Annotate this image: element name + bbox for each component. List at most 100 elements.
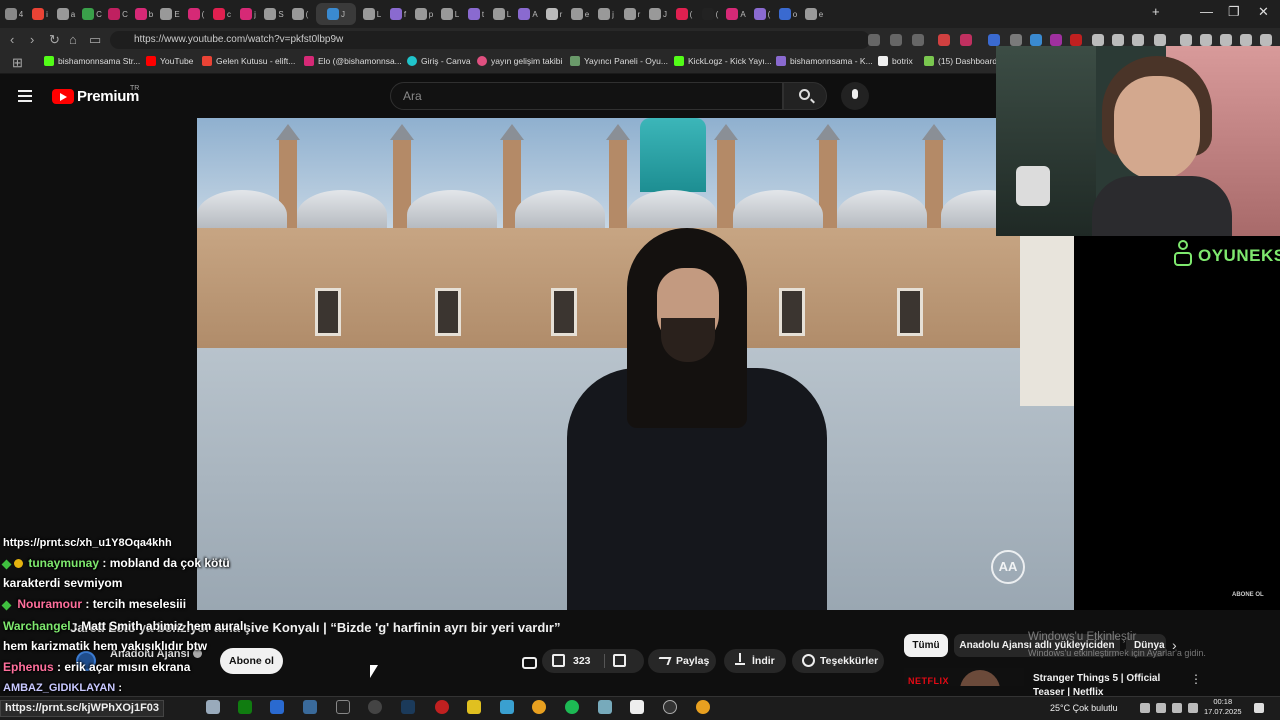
browser-tab[interactable]: S [264, 3, 284, 25]
bookmark-item[interactable]: Elo (@bishamonnsa... [304, 56, 402, 66]
ai-icon[interactable] [1220, 34, 1232, 46]
thanks-button[interactable]: Teşekkürler [792, 649, 884, 673]
search-input[interactable]: Ara [390, 82, 783, 110]
volume-icon[interactable] [1188, 703, 1198, 713]
browser-tab[interactable]: o [778, 3, 798, 25]
extension-icon[interactable] [1112, 34, 1124, 46]
browser-tab[interactable]: ( [752, 3, 772, 25]
chrome-icon[interactable] [696, 700, 710, 714]
puzzle-icon[interactable] [1132, 34, 1144, 46]
extension-icon[interactable] [1010, 34, 1022, 46]
taskbar-app-icon[interactable] [206, 700, 220, 714]
browser-tab[interactable]: J [316, 3, 356, 25]
browser-tab[interactable]: b [134, 3, 154, 25]
maximize-icon[interactable]: ❐ [1228, 4, 1240, 20]
extension-icon[interactable] [1050, 34, 1062, 46]
browser-tab[interactable]: 4 [4, 3, 24, 25]
microphone-tray-icon[interactable] [1156, 703, 1166, 713]
download-button[interactable]: İndir [724, 649, 786, 673]
new-tab-button[interactable]: + [1152, 4, 1160, 19]
browser-tab[interactable]: p [414, 3, 434, 25]
minimize-icon[interactable]: — [1200, 4, 1213, 19]
taskbar-app-icon[interactable] [467, 700, 481, 714]
extension-icon[interactable] [1070, 34, 1082, 46]
like-count[interactable]: 323 [573, 649, 591, 673]
youtube-logo-icon[interactable] [52, 89, 74, 104]
chip-all[interactable]: Tümü [904, 634, 948, 657]
bookmark-item[interactable]: Yayıncı Paneli - Oyu... [570, 56, 668, 66]
tray-clock[interactable]: 00:18 17.07.2025 [1204, 697, 1242, 717]
sidebar-icon[interactable] [1154, 34, 1166, 46]
browser-tab[interactable]: t [466, 3, 486, 25]
taskbar-app-icon[interactable] [303, 700, 317, 714]
bookmark-item[interactable]: botrix [878, 56, 913, 66]
forward-icon[interactable]: › [30, 32, 34, 47]
wallet-icon[interactable] [1240, 34, 1252, 46]
browser-tab[interactable]: A [518, 3, 538, 25]
share-button[interactable]: Paylaş [648, 649, 716, 673]
extension-icon[interactable] [1030, 34, 1042, 46]
apps-icon[interactable]: ⊞ [12, 55, 23, 71]
thumbs-up-icon[interactable] [552, 654, 565, 667]
weather-widget[interactable]: 25°C Çok bulutlu [1050, 703, 1118, 713]
thumbs-down-icon[interactable] [613, 654, 626, 667]
back-icon[interactable]: ‹ [10, 32, 14, 47]
extension-icon[interactable] [868, 34, 880, 46]
browser-tab[interactable]: ( [674, 3, 694, 25]
subscribe-button[interactable]: Abone ol [220, 648, 283, 674]
browser-tab[interactable]: r [622, 3, 642, 25]
browser-tab[interactable]: E [160, 3, 180, 25]
clip-icon[interactable] [520, 654, 537, 669]
hamburger-menu-icon[interactable] [18, 90, 32, 102]
browser-tab[interactable]: ( [186, 3, 206, 25]
obs-icon[interactable] [368, 700, 382, 714]
xbox-icon[interactable] [238, 700, 252, 714]
browser-tab[interactable]: c [212, 3, 232, 25]
bookmark-item[interactable]: Gelen Kutusu - elift... [202, 56, 295, 66]
voice-search-icon[interactable] [841, 82, 869, 110]
browser-tab[interactable]: i [30, 3, 50, 25]
taskbar-app-icon[interactable] [500, 700, 514, 714]
taskbar-app-icon[interactable] [435, 700, 449, 714]
bookmark-item[interactable]: KickLogz - Kick Yayı... [674, 56, 772, 66]
home-icon[interactable]: ⌂ [69, 32, 77, 47]
browser-tab[interactable]: r [544, 3, 564, 25]
browser-tab[interactable]: f [388, 3, 408, 25]
url-field[interactable]: https://www.youtube.com/watch?v=pkfst0lb… [110, 31, 870, 49]
bookmark-item[interactable]: Giriş - Canva [407, 56, 471, 66]
browser-tab[interactable]: ( [290, 3, 310, 25]
browser-tab[interactable]: L [492, 3, 512, 25]
bookmark-item[interactable]: (15) Dashboard... [924, 56, 1004, 66]
browser-tab[interactable]: J [648, 3, 668, 25]
taskbar-app-icon[interactable] [663, 700, 677, 714]
bookmark-item[interactable]: bishamonnsama Str... [44, 56, 140, 66]
taskbar-app-icon[interactable] [270, 700, 284, 714]
steam-icon[interactable] [401, 700, 415, 714]
browser-tab[interactable]: j [596, 3, 616, 25]
browser-tab[interactable]: L [440, 3, 460, 25]
music-icon[interactable] [1180, 34, 1192, 46]
chrome-icon[interactable] [532, 700, 546, 714]
bookmark-item[interactable]: YouTube [146, 56, 193, 66]
spotify-icon[interactable] [565, 700, 579, 714]
browser-tab[interactable]: a [56, 3, 76, 25]
panel-icon[interactable] [1200, 34, 1212, 46]
network-icon[interactable] [1172, 703, 1182, 713]
browser-tab[interactable]: e [570, 3, 590, 25]
notification-icon[interactable] [1254, 703, 1264, 713]
bookmark-item[interactable]: yayın gelişim takibi [477, 56, 562, 66]
search-button[interactable] [783, 82, 827, 110]
close-window-icon[interactable]: ✕ [1258, 4, 1269, 20]
zoom-icon[interactable] [890, 34, 902, 46]
brave-shield-icon[interactable] [938, 34, 950, 46]
browser-tab[interactable]: ( [700, 3, 720, 25]
epic-games-icon[interactable] [336, 700, 350, 714]
browser-tab[interactable]: L [362, 3, 382, 25]
share-page-icon[interactable] [912, 34, 924, 46]
bookmark-item[interactable]: bishamonnsama - K... [776, 56, 873, 66]
extension-icon[interactable] [1092, 34, 1104, 46]
extension-icon[interactable] [988, 34, 1000, 46]
tray-chevron-icon[interactable] [1140, 703, 1150, 713]
rewards-icon[interactable] [960, 34, 972, 46]
browser-tab[interactable]: A [726, 3, 746, 25]
